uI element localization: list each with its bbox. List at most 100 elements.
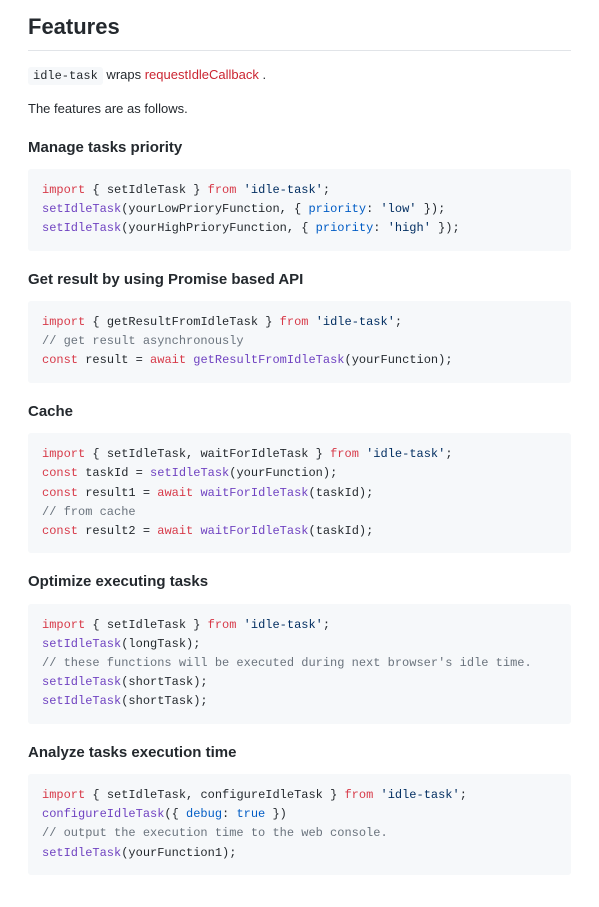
code-token: , { <box>280 202 309 216</box>
code-token: waitForIdleTask <box>200 524 308 538</box>
code-token: import <box>42 447 85 461</box>
code-token: ; <box>323 183 330 197</box>
code-token: = <box>128 353 150 367</box>
code-token: getResultFromIdleTask <box>193 353 344 367</box>
code-token: longTask <box>128 637 186 651</box>
code-token: setIdleTask <box>42 637 121 651</box>
code-token: from <box>280 315 309 329</box>
code-token: shortTask <box>128 675 193 689</box>
code-token: configureIdleTask <box>42 807 164 821</box>
intro-mid: wraps <box>103 67 145 82</box>
code-token: , <box>186 447 200 461</box>
code-token: 'idle-task' <box>244 618 323 632</box>
code-token: import <box>42 183 85 197</box>
code-token: const <box>42 466 78 480</box>
code-token: { <box>85 447 107 461</box>
code-block: import { setIdleTask, waitForIdleTask } … <box>28 433 571 553</box>
code-token: taskId <box>85 466 128 480</box>
code-token <box>236 618 243 632</box>
code-token: : <box>366 202 380 216</box>
code-token: setIdleTask <box>107 618 186 632</box>
code-token: yourFunction1 <box>128 846 222 860</box>
code-token: priority <box>308 202 366 216</box>
request-idle-callback-link[interactable]: requestIdleCallback <box>145 67 259 82</box>
code-token: ); <box>359 524 373 538</box>
section-heading: Optimize executing tasks <box>28 571 571 594</box>
code-token: }) <box>265 807 287 821</box>
code-token: { <box>85 183 107 197</box>
code-token: ; <box>395 315 402 329</box>
intro-code: idle-task <box>28 67 103 85</box>
code-token: yourFunction <box>352 353 438 367</box>
section-heading: Cache <box>28 401 571 424</box>
code-token: { <box>85 618 107 632</box>
section-heading: Manage tasks priority <box>28 137 571 160</box>
code-token: taskId <box>316 524 359 538</box>
code-token: , { <box>287 221 316 235</box>
code-token: true <box>236 807 265 821</box>
code-token: setIdleTask <box>107 447 186 461</box>
code-token: = <box>136 486 158 500</box>
code-token: from <box>208 183 237 197</box>
code-token: setIdleTask <box>150 466 229 480</box>
code-token: const <box>42 486 78 500</box>
code-token: ; <box>445 447 452 461</box>
code-token: 'idle-task' <box>366 447 445 461</box>
code-token: : <box>373 221 387 235</box>
code-token <box>236 183 243 197</box>
code-token: 'idle-task' <box>316 315 395 329</box>
code-token: await <box>157 486 193 500</box>
code-token: ); <box>222 846 236 860</box>
code-token: // get result asynchronously <box>42 334 244 348</box>
code-token: yourFunction <box>236 466 322 480</box>
code-token: debug <box>186 807 222 821</box>
code-token: = <box>128 466 150 480</box>
intro-tail: . <box>259 67 266 82</box>
code-token: setIdleTask <box>42 675 121 689</box>
code-token: result <box>85 353 128 367</box>
code-token: ( <box>309 486 316 500</box>
code-token: from <box>208 618 237 632</box>
code-token: setIdleTask <box>42 202 121 216</box>
code-token: ); <box>193 694 207 708</box>
code-token: priority <box>316 221 374 235</box>
code-token: 'low' <box>380 202 416 216</box>
code-token: // from cache <box>42 505 136 519</box>
code-token: waitForIdleTask <box>200 486 308 500</box>
code-token: const <box>42 524 78 538</box>
code-token: result1 <box>85 486 135 500</box>
code-token: ( <box>345 353 352 367</box>
code-token: // output the execution time to the web … <box>42 826 388 840</box>
section-heading: Analyze tasks execution time <box>28 742 571 765</box>
code-token: shortTask <box>128 694 193 708</box>
code-token: setIdleTask <box>107 183 186 197</box>
code-token: ); <box>193 675 207 689</box>
code-token: } <box>186 618 208 632</box>
description: The features are as follows. <box>28 99 571 119</box>
code-token <box>308 315 315 329</box>
code-token: const <box>42 353 78 367</box>
code-token: getResultFromIdleTask <box>107 315 258 329</box>
code-token: ); <box>186 637 200 651</box>
code-token: setIdleTask <box>42 221 121 235</box>
code-token: setIdleTask <box>42 846 121 860</box>
code-token: await <box>150 353 186 367</box>
code-block: import { getResultFromIdleTask } from 'i… <box>28 301 571 383</box>
code-token: waitForIdleTask <box>200 447 308 461</box>
code-token: ( <box>309 524 316 538</box>
code-block: import { setIdleTask } from 'idle-task';… <box>28 169 571 251</box>
code-token: taskId <box>316 486 359 500</box>
code-token: import <box>42 618 85 632</box>
code-token: 'idle-task' <box>244 183 323 197</box>
code-token: result2 <box>85 524 135 538</box>
code-token: // these functions will be executed duri… <box>42 656 532 670</box>
intro-paragraph: idle-task wraps requestIdleCallback . <box>28 65 571 85</box>
page-title: Features <box>28 10 571 51</box>
code-token: { <box>85 315 107 329</box>
code-token: yourHighPrioryFunction <box>128 221 286 235</box>
code-token: from <box>330 447 359 461</box>
code-token: ); <box>323 466 337 480</box>
code-token: setIdleTask <box>42 694 121 708</box>
code-token: } <box>186 183 208 197</box>
code-token: yourLowPrioryFunction <box>128 202 279 216</box>
